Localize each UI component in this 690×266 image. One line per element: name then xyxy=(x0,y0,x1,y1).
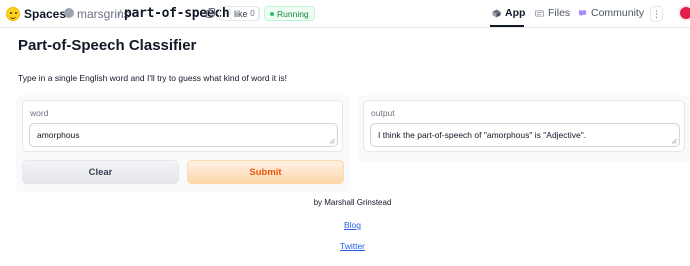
active-tab-indicator xyxy=(490,25,524,27)
resize-handle-icon[interactable] xyxy=(329,138,335,144)
status-label: Running xyxy=(277,9,309,19)
page-title: Part-of-Speech Classifier xyxy=(18,37,197,54)
user-avatar[interactable] xyxy=(678,5,690,21)
resize-handle-icon[interactable] xyxy=(671,138,677,144)
heart-icon: ♡ xyxy=(223,8,233,18)
copy-icon[interactable] xyxy=(206,8,215,18)
twitter-link[interactable]: Twitter xyxy=(0,241,690,251)
submit-button[interactable]: Submit xyxy=(187,160,344,184)
tab-app-label: App xyxy=(505,7,526,19)
more-options-button[interactable]: ⋮ xyxy=(650,6,663,22)
page-description: Type in a single English word and I'll t… xyxy=(18,73,288,83)
blog-link[interactable]: Blog xyxy=(0,220,690,230)
tab-community[interactable]: Community xyxy=(578,7,644,19)
spaces-brand-link[interactable]: Spaces xyxy=(24,7,66,21)
owner-link[interactable]: marsgrins xyxy=(77,7,130,21)
tab-files-label: Files xyxy=(548,7,571,19)
output-label: output xyxy=(371,108,395,118)
word-input-value: amorphous xyxy=(37,130,80,140)
files-icon xyxy=(535,9,544,17)
top-navigation-bar: Spaces marsgrins / part-of-speech ♡ like… xyxy=(0,0,690,28)
tab-app[interactable]: App xyxy=(492,7,525,19)
word-input[interactable]: amorphous xyxy=(29,123,338,147)
tab-community-label: Community xyxy=(591,7,645,19)
running-status-badge: Running xyxy=(264,6,315,21)
tab-files[interactable]: Files xyxy=(535,7,570,19)
input-label: word xyxy=(30,108,49,118)
app-cube-icon xyxy=(492,8,501,18)
owner-avatar[interactable] xyxy=(64,8,74,18)
input-card: word amorphous xyxy=(22,100,343,152)
author-credit: by Marshall Grinstead xyxy=(313,198,392,207)
output-value: I think the part-of-speech of "amorphous… xyxy=(378,130,587,140)
output-textbox[interactable]: I think the part-of-speech of "amorphous… xyxy=(370,123,680,147)
like-count[interactable]: 0 xyxy=(246,6,260,21)
status-dot-icon xyxy=(270,12,274,16)
clear-button[interactable]: Clear xyxy=(22,160,179,184)
community-icon xyxy=(578,9,587,17)
hugging-face-logo-icon[interactable] xyxy=(6,7,20,21)
output-card: output I think the part-of-speech of "am… xyxy=(363,100,685,152)
breadcrumb-separator: / xyxy=(118,7,122,21)
